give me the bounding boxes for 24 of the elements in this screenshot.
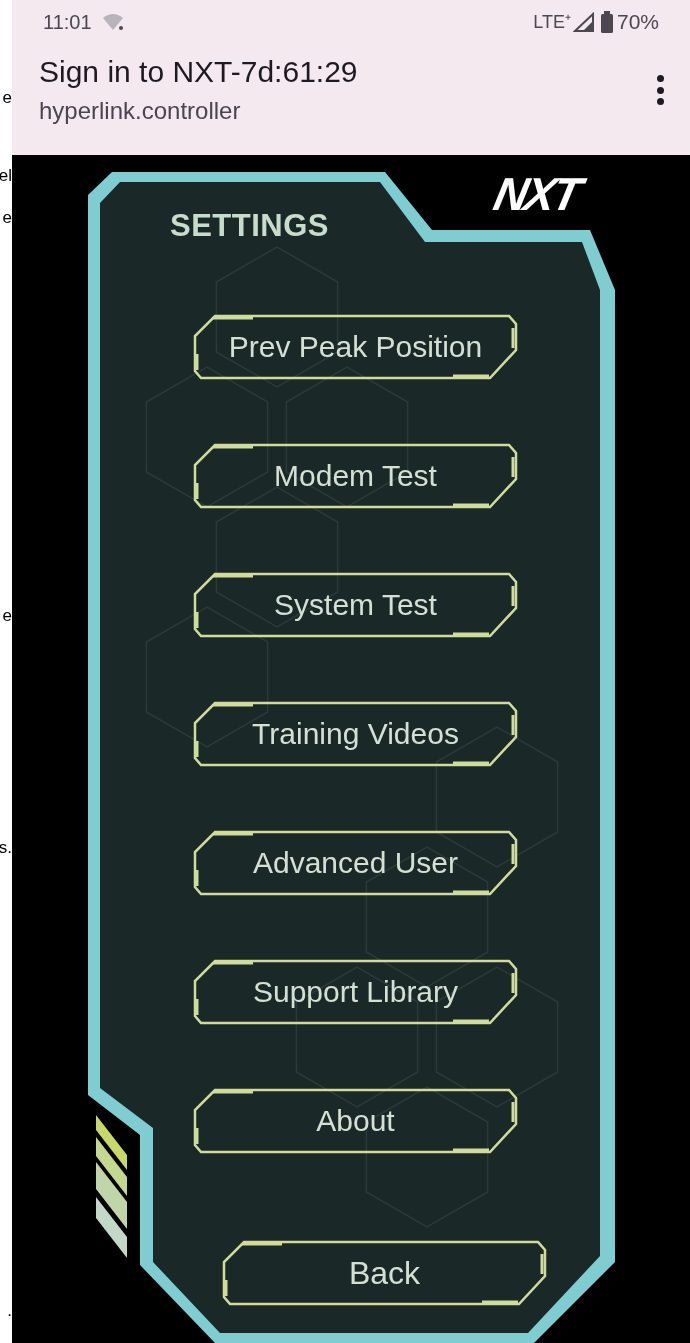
page-url: hyperlink.controller: [39, 96, 242, 126]
background-text: e: [2, 606, 12, 626]
menu-button[interactable]: Modem Test: [193, 442, 518, 509]
network-label: LTE⁺: [533, 10, 571, 34]
settings-title: SETTINGS: [170, 207, 329, 245]
menu-button[interactable]: About: [193, 1087, 518, 1154]
background-text: s.: [0, 838, 12, 858]
menu-button[interactable]: Prev Peak Position: [193, 313, 518, 380]
background-text: e: [2, 208, 12, 228]
menu-button[interactable]: Advanced User: [193, 829, 518, 896]
more-options-icon[interactable]: [656, 75, 664, 105]
clock: 11:01: [43, 10, 92, 35]
menu-button[interactable]: Training Videos: [193, 700, 518, 767]
battery-icon: [600, 11, 613, 33]
wifi-icon: [101, 13, 126, 31]
menu-button[interactable]: System Test: [193, 571, 518, 638]
battery-level: 70%: [616, 9, 659, 36]
back-button[interactable]: Back: [222, 1239, 547, 1306]
page-title: Sign in to NXT-7d:61:29: [39, 54, 359, 90]
background-text: e: [2, 88, 12, 108]
background-text: el: [0, 166, 12, 186]
background-text: .: [7, 1301, 12, 1321]
signal-icon: [572, 12, 595, 32]
menu-button[interactable]: Support Library: [193, 958, 518, 1025]
